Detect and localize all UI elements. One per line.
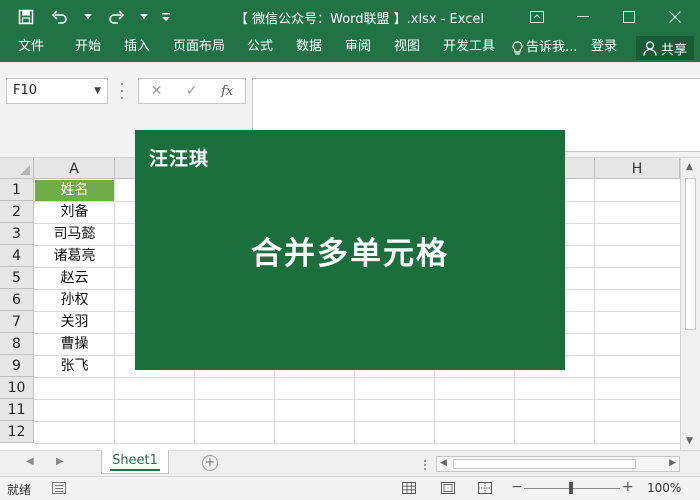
horizontal-scroll-thumb[interactable] [453,459,636,469]
column-header-h[interactable]: H [595,158,680,179]
tab-file[interactable]: 文件 [18,34,44,62]
insert-function-icon[interactable]: fx [221,84,233,99]
undo-icon[interactable] [48,5,72,29]
page-break-view-icon[interactable] [476,480,494,496]
enter-entry-icon[interactable]: ✓ [186,83,198,99]
ribbon-tabs: 文件 开始 插入 页面布局 公式 数据 审阅 视图 开发工具 告诉我... 登录… [0,34,700,62]
tab-developer[interactable]: 开发工具 [443,34,495,62]
quick-access-toolbar [14,5,172,29]
cell-a7[interactable]: 关羽 [35,312,114,333]
minimize-icon[interactable] [560,0,606,34]
column-header-a[interactable]: A [34,158,115,179]
formula-buttons: ✕ ✓ fx [138,78,246,104]
close-icon[interactable] [652,0,698,34]
share-button[interactable]: 共享 [636,36,694,60]
save-icon[interactable] [14,5,38,29]
add-sheet-icon[interactable]: + [202,455,218,471]
zoom-in-icon[interactable]: + [622,479,634,495]
horizontal-scrollbar[interactable]: ◀ ▶ [436,456,680,472]
normal-view-icon[interactable] [400,480,418,496]
name-box-dropdown-icon[interactable]: ▼ [94,79,101,103]
scroll-right-icon[interactable]: ▶ [669,458,676,468]
title-overlay-card: 汪汪琪 合并多单元格 [135,130,565,370]
customize-qat-icon[interactable] [160,5,172,29]
row-header[interactable]: 1 [0,179,34,201]
gridline [34,377,680,378]
tab-insert[interactable]: 插入 [124,34,150,62]
tell-me-label: 告诉我... [526,40,578,55]
vertical-scroll-thumb[interactable] [685,178,696,330]
sheet-tab-bar: ◀ ▶ Sheet1 + ◀ ▶ [0,450,700,476]
sheet-next-icon[interactable]: ▶ [56,456,64,467]
ribbon-collapsed-area [0,62,700,74]
status-ready: 就绪 [7,483,32,497]
tab-page-layout[interactable]: 页面布局 [173,34,225,62]
title-bar: 【 微信公众号：Word联盟 】.xlsx - Excel [0,0,700,34]
undo-dropdown-icon[interactable] [82,5,94,29]
tab-formulas[interactable]: 公式 [247,34,273,62]
tab-split-handle[interactable] [424,460,426,470]
cell-a6[interactable]: 孙权 [35,290,114,311]
tab-review[interactable]: 审阅 [345,34,371,62]
overlay-brand: 汪汪琪 [149,148,210,170]
gridline [34,443,680,444]
lightbulb-icon [512,40,523,56]
row-header[interactable]: 7 [0,311,34,333]
cell-a4[interactable]: 诸葛亮 [35,246,114,267]
cell-a3[interactable]: 司马懿 [35,224,114,245]
name-box-value: F10 [13,83,38,98]
ribbon-display-options-icon[interactable] [514,0,560,34]
row-header[interactable]: 10 [0,377,34,399]
zoom-level[interactable]: 100% [647,481,681,495]
tab-view[interactable]: 视图 [394,34,420,62]
vertical-scrollbar[interactable]: ▲ ▼ [680,158,700,450]
row-header[interactable]: 4 [0,245,34,267]
person-icon [643,40,657,56]
row-header[interactable]: 5 [0,267,34,289]
gridline [34,421,680,422]
window-title: 【 微信公众号：Word联盟 】.xlsx - Excel [235,12,484,27]
scroll-down-icon[interactable]: ▼ [686,436,693,446]
redo-dropdown-icon[interactable] [138,5,150,29]
status-bar: 就绪 − + 100% [0,476,700,500]
zoom-slider-thumb[interactable] [569,482,573,494]
cell-a5[interactable]: 赵云 [35,268,114,289]
page-layout-view-icon[interactable] [439,480,457,496]
cell-a1-header[interactable]: 姓名 [35,180,114,201]
sign-in-link[interactable]: 登录 [591,34,617,62]
row-header[interactable]: 12 [0,421,34,443]
cell-a8[interactable]: 曹操 [35,334,114,355]
cell-a9[interactable]: 张飞 [35,356,114,377]
name-box[interactable]: F10 ▼ [6,78,108,104]
tab-data[interactable]: 数据 [296,34,322,62]
sheet-prev-icon[interactable]: ◀ [26,456,34,467]
scroll-left-icon[interactable]: ◀ [440,458,447,468]
formula-bar-resize-handle[interactable] [120,83,124,99]
row-header[interactable]: 9 [0,355,34,377]
cancel-entry-icon[interactable]: ✕ [151,83,163,99]
maximize-icon[interactable] [606,0,652,34]
row-header[interactable]: 6 [0,289,34,311]
zoom-out-icon[interactable]: − [511,479,523,495]
redo-icon[interactable] [104,5,128,29]
macro-record-icon[interactable] [52,482,66,494]
share-label: 共享 [660,42,687,58]
tab-home[interactable]: 开始 [75,34,101,62]
select-all-corner[interactable] [0,158,34,179]
overlay-title: 合并多单元格 [251,236,449,272]
row-header[interactable]: 3 [0,223,34,245]
gridline [34,399,680,400]
cell-a2[interactable]: 刘备 [35,202,114,223]
scroll-up-icon[interactable]: ▲ [686,162,693,172]
row-header[interactable]: 8 [0,333,34,355]
tell-me-box[interactable]: 告诉我... [512,34,577,62]
row-header[interactable]: 2 [0,201,34,223]
sheet-tab-active[interactable]: Sheet1 [101,450,169,474]
row-header[interactable]: 11 [0,399,34,421]
